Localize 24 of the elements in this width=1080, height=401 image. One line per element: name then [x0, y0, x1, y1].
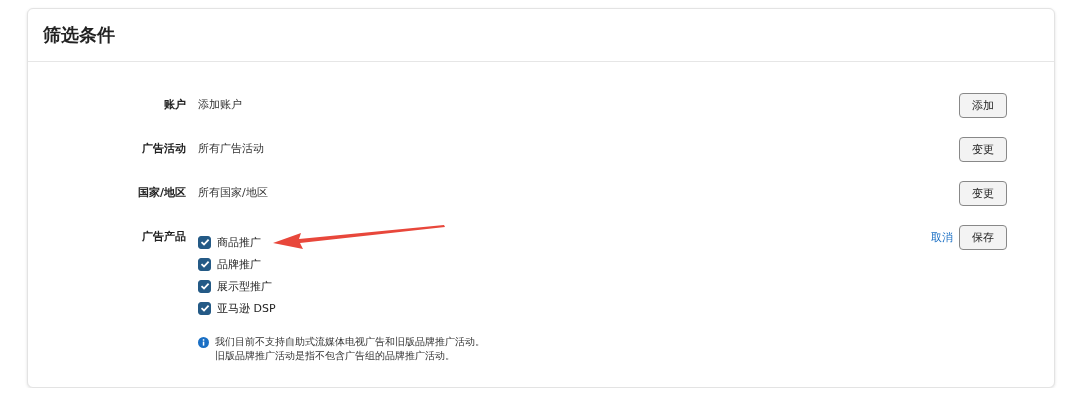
action-button[interactable]: 变更 — [959, 137, 1007, 162]
filter-value: 添加账户 — [198, 97, 243, 113]
info-icon — [198, 337, 209, 348]
action-button[interactable]: 变更 — [959, 181, 1007, 206]
checkbox[interactable] — [198, 235, 211, 249]
checkbox-label: 品牌推广 — [217, 256, 261, 272]
checkbox-label: 亚马逊 DSP — [217, 300, 276, 316]
checkbox[interactable] — [198, 257, 211, 271]
info-text: 旧版品牌推广活动是指不包含广告组的品牌推广活动。 — [215, 349, 456, 363]
panel-title: 筛选条件 — [43, 23, 115, 47]
filter-label: 广告产品 — [141, 229, 186, 245]
filter-value: 所有国家/地区 — [198, 185, 269, 201]
info-text: 我们目前不支持自助式流媒体电视广告和旧版品牌推广活动。 — [215, 335, 485, 349]
checkbox[interactable] — [198, 279, 211, 293]
action-button[interactable]: 添加 — [959, 93, 1007, 118]
checkbox-label: 展示型推广 — [217, 278, 272, 294]
filter-label: 国家/地区 — [136, 185, 186, 201]
checkbox[interactable] — [198, 301, 211, 315]
action-button[interactable]: 保存 — [959, 225, 1007, 250]
filter-label: 账户 — [163, 97, 186, 113]
checkbox-label: 商品推广 — [217, 234, 261, 250]
filter-value: 所有广告活动 — [198, 141, 265, 157]
filter-label: 广告活动 — [141, 141, 186, 157]
cancel-link[interactable]: 取消 — [931, 230, 953, 245]
